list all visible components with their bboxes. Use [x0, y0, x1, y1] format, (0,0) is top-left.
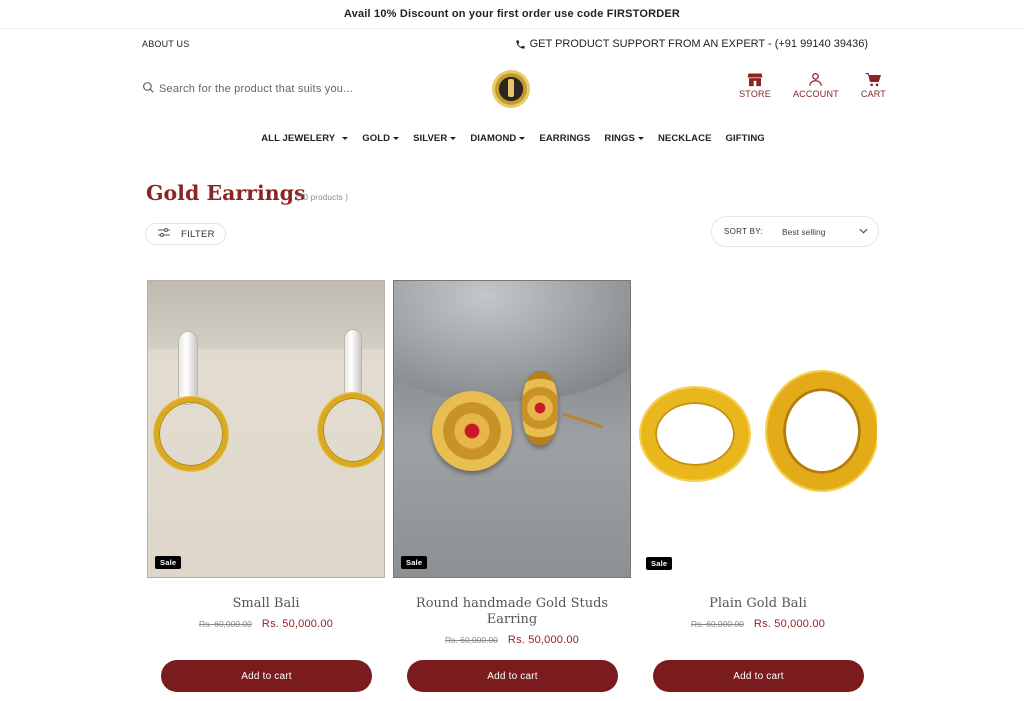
- sale-badge: Sale: [401, 556, 428, 569]
- chevron-down-icon: [519, 137, 526, 140]
- sort-value: Best selling: [782, 226, 826, 237]
- product-price: Rs. 60,000.00 Rs. 50,000.00: [639, 618, 877, 630]
- product-card[interactable]: Sale Plain Gold Bali Rs. 60,000.00 Rs. 5…: [639, 280, 877, 700]
- search-icon[interactable]: [142, 81, 155, 97]
- nav-label: RINGS: [604, 133, 635, 144]
- sort-label: SORT BY:: [724, 227, 764, 236]
- store-label: STORE: [739, 89, 771, 99]
- sort-select[interactable]: SORT BY: Best selling: [711, 216, 879, 247]
- sale-price: Rs. 50,000.00: [507, 634, 580, 646]
- sale-price: Rs. 50,000.00: [261, 618, 334, 630]
- chevron-down-icon: [342, 137, 349, 140]
- earring-image: [432, 391, 512, 471]
- product-title[interactable]: Plain Gold Bali: [639, 596, 877, 612]
- nav-item-gold[interactable]: GOLD: [362, 133, 400, 144]
- product-card[interactable]: Sale Round handmade Gold Studs Earring R…: [393, 280, 631, 700]
- earring-image: [641, 388, 749, 480]
- chevron-down-icon: [450, 137, 457, 140]
- filter-button[interactable]: FILTER: [145, 223, 226, 245]
- phone-icon: [515, 39, 526, 50]
- product-image[interactable]: Sale: [639, 280, 877, 578]
- nav-item-rings[interactable]: RINGS: [604, 133, 644, 144]
- product-price: Rs. 60,000.00 Rs. 50,000.00: [147, 618, 385, 630]
- earring-image: [178, 331, 198, 405]
- product-title[interactable]: Round handmade Gold Studs Earring: [393, 596, 631, 628]
- account-icon: [808, 72, 823, 87]
- compare-price: Rs. 60,000.00: [444, 635, 498, 645]
- filter-label: FILTER: [181, 228, 215, 240]
- compare-price: Rs. 60,000.00: [690, 619, 744, 629]
- header-actions: STORE ACCOUNT CART: [739, 72, 886, 99]
- sale-price: Rs. 50,000.00: [753, 618, 826, 630]
- product-title[interactable]: Small Bali: [147, 596, 385, 612]
- support-link[interactable]: GET PRODUCT SUPPORT FROM AN EXPERT - (+9…: [515, 38, 868, 50]
- search-input[interactable]: [159, 83, 389, 95]
- nav-label: SILVER: [413, 133, 448, 144]
- page-title: Gold Earrings: [146, 181, 306, 205]
- nav-item-silver[interactable]: SILVER: [413, 133, 457, 144]
- product-card[interactable]: Sale Small Bali Rs. 60,000.00 Rs. 50,000…: [147, 280, 385, 700]
- store-button[interactable]: STORE: [739, 72, 771, 99]
- cart-button[interactable]: CART: [861, 72, 886, 99]
- chevron-down-icon: [637, 137, 644, 140]
- store-icon: [747, 72, 763, 87]
- site-header: STORE ACCOUNT CART: [142, 68, 886, 110]
- account-label: ACCOUNT: [792, 89, 839, 99]
- nav-label: GOLD: [362, 133, 391, 144]
- announcement-text: Avail 10% Discount on your first order u…: [343, 8, 681, 20]
- product-price: Rs. 60,000.00 Rs. 50,000.00: [393, 634, 631, 646]
- nav-item-all-jewelery[interactable]: ALL JEWELERY: [261, 133, 349, 144]
- product-image[interactable]: Sale: [393, 280, 631, 578]
- search-bar[interactable]: [142, 81, 389, 97]
- brand-logo[interactable]: [492, 70, 530, 108]
- nav-label: NECKLACE: [657, 133, 712, 144]
- nav-label: ALL JEWELERY: [261, 133, 336, 144]
- nav-item-earrings[interactable]: EARRINGS: [539, 133, 590, 144]
- support-text: GET PRODUCT SUPPORT FROM AN EXPERT - (+9…: [529, 38, 868, 50]
- add-to-cart-button[interactable]: Add to cart: [407, 660, 618, 692]
- chevron-down-icon: [393, 137, 400, 140]
- nav-label: EARRINGS: [539, 133, 591, 144]
- add-to-cart-button[interactable]: Add to cart: [161, 660, 372, 692]
- product-image[interactable]: Sale: [147, 280, 385, 578]
- add-to-cart-button[interactable]: Add to cart: [653, 660, 864, 692]
- nav-label: DIAMOND: [470, 133, 517, 144]
- nav-label: GIFTING: [725, 133, 765, 144]
- product-count: (10 products ): [296, 193, 349, 202]
- about-us-link[interactable]: ABOUT US: [142, 39, 189, 49]
- main-nav: ALL JEWELERY GOLD SILVER DIAMOND EARRING…: [0, 133, 1024, 144]
- nav-item-diamond[interactable]: DIAMOND: [470, 133, 526, 144]
- sale-badge: Sale: [155, 556, 182, 569]
- sale-badge: Sale: [646, 557, 673, 570]
- nav-item-gifting[interactable]: GIFTING: [726, 133, 765, 144]
- cart-label: CART: [860, 89, 886, 99]
- utility-bar: ABOUT US GET PRODUCT SUPPORT FROM AN EXP…: [142, 38, 868, 52]
- announcement-bar: Avail 10% Discount on your first order u…: [0, 0, 1024, 29]
- account-button[interactable]: ACCOUNT: [793, 72, 839, 99]
- nav-item-necklace[interactable]: NECKLACE: [658, 133, 712, 144]
- compare-price: Rs. 60,000.00: [198, 619, 252, 629]
- cart-icon: [865, 72, 882, 87]
- sliders-icon: [158, 228, 170, 240]
